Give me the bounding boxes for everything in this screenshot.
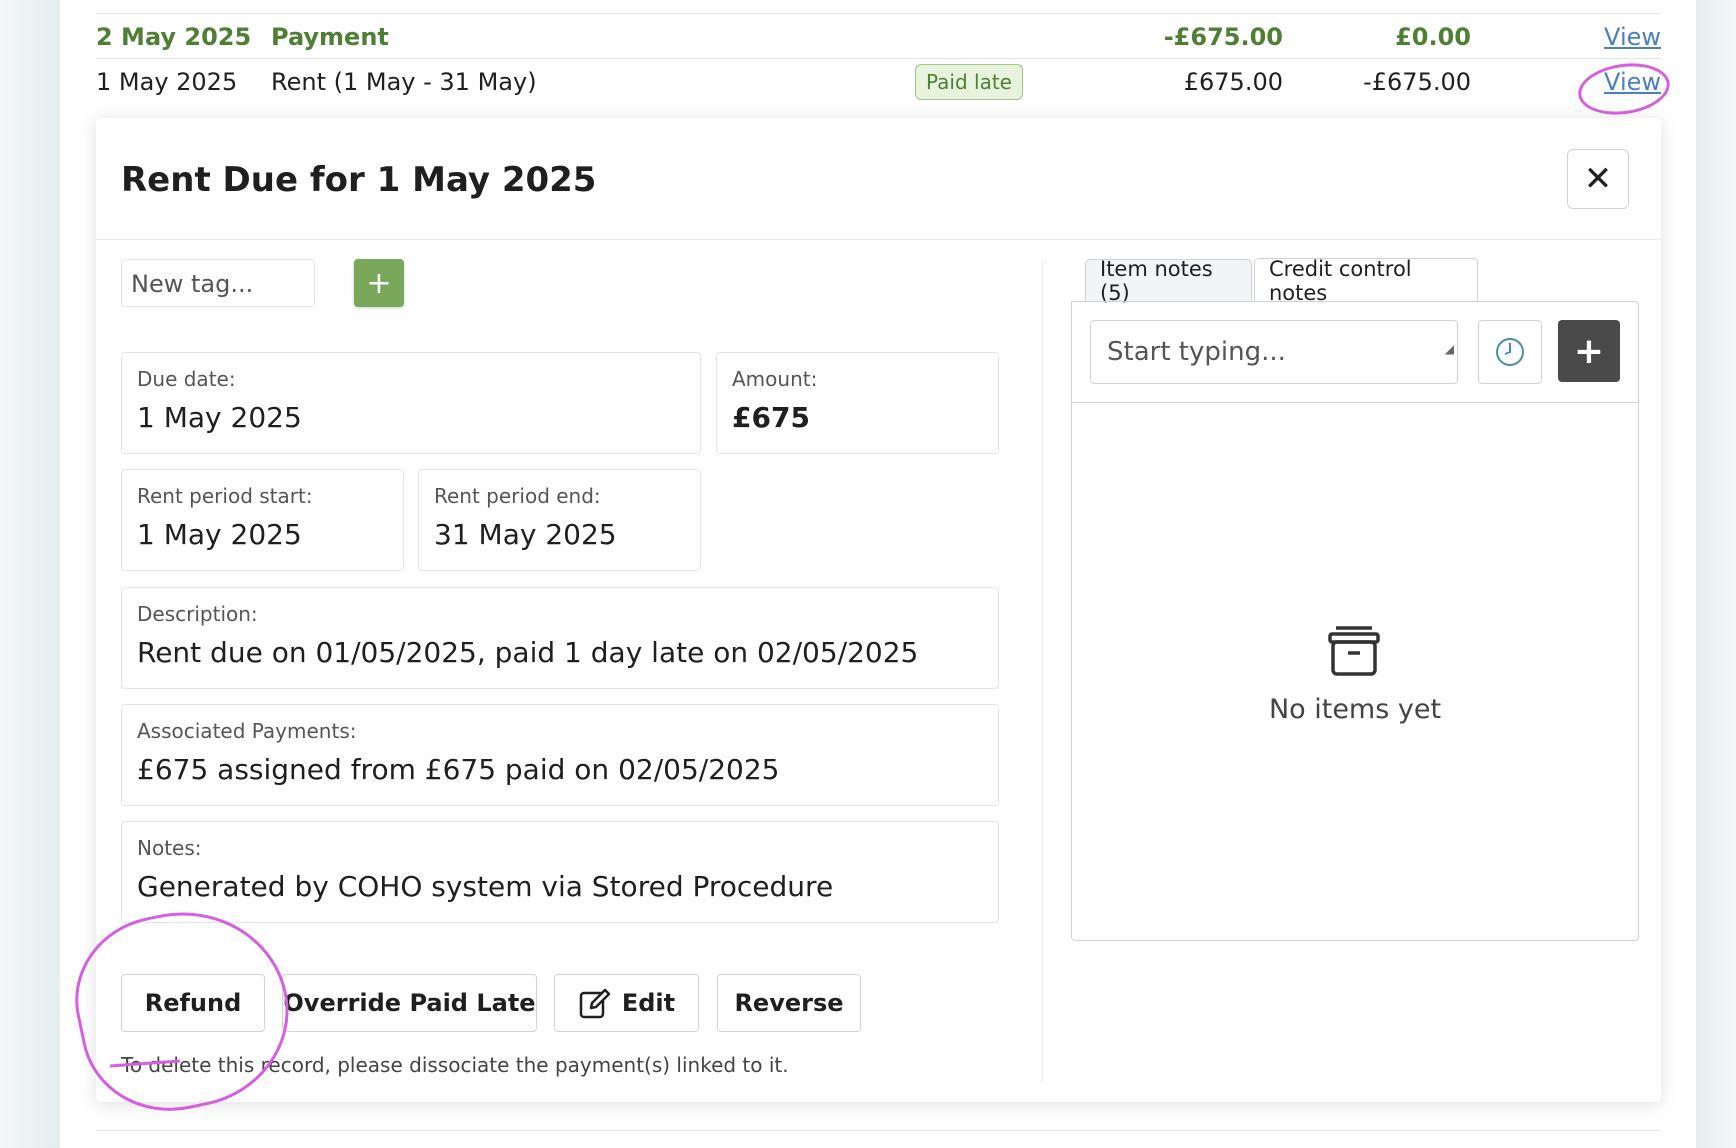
archive-box-icon <box>1328 626 1380 676</box>
note-input-placeholder: Start typing... <box>1107 337 1286 367</box>
page-background-right <box>1696 0 1736 1148</box>
new-tag-input[interactable]: New tag... <box>121 259 315 307</box>
paid-late-badge: Paid late <box>915 64 1023 100</box>
field-label: Rent period start: <box>137 484 313 508</box>
tab-item-notes[interactable]: Item notes (5) <box>1085 257 1252 305</box>
reminder-button[interactable] <box>1478 320 1542 384</box>
row-date: 1 May 2025 <box>96 68 238 96</box>
field-value: Rent due on 01/05/2025, paid 1 day late … <box>137 636 919 669</box>
row-description: Rent (1 May - 31 May) <box>271 68 537 96</box>
edit-icon <box>579 988 611 1019</box>
reverse-button[interactable]: Reverse <box>717 974 861 1032</box>
note-input[interactable]: Start typing... ◢ <box>1090 320 1458 384</box>
row-balance: -£675.00 <box>1363 68 1471 96</box>
field-label: Notes: <box>137 836 202 860</box>
field-value: 1 May 2025 <box>137 401 302 434</box>
plus-icon: + <box>366 265 392 301</box>
row-amount: £675.00 <box>1183 68 1283 96</box>
field-value: Generated by COHO system via Stored Proc… <box>137 870 834 903</box>
modal-title: Rent Due for 1 May 2025 <box>121 160 597 200</box>
amount-field: Amount: £675 <box>716 352 999 454</box>
field-label: Description: <box>137 602 258 626</box>
row-balance: £0.00 <box>1395 23 1471 51</box>
rent-period-start-field: Rent period start: 1 May 2025 <box>121 469 404 571</box>
edit-button[interactable]: Edit <box>554 974 699 1032</box>
row-description: Payment <box>271 23 389 51</box>
rent-detail-modal: Rent Due for 1 May 2025 ✕ New tag... + D… <box>96 118 1661 1102</box>
due-date-field: Due date: 1 May 2025 <box>121 352 701 454</box>
field-value: 31 May 2025 <box>434 518 617 551</box>
override-paid-late-button[interactable]: Override Paid Late <box>282 974 537 1032</box>
clock-icon <box>1496 338 1524 366</box>
plus-icon: + <box>1573 330 1605 372</box>
close-button[interactable]: ✕ <box>1567 149 1629 209</box>
notes-divider <box>1072 402 1638 403</box>
view-link[interactable]: View <box>1604 23 1661 51</box>
page-background-left <box>0 0 60 1148</box>
associated-payments-field: Associated Payments: £675 assigned from … <box>121 704 999 806</box>
field-value: 1 May 2025 <box>137 518 302 551</box>
row-divider <box>96 1130 1661 1131</box>
field-label: Due date: <box>137 367 236 391</box>
close-icon: ✕ <box>1583 159 1613 199</box>
ledger-row-payment: 2 May 2025 Payment -£675.00 £0.00 View <box>96 14 1661 58</box>
field-label: Associated Payments: <box>137 719 357 743</box>
add-note-button[interactable]: + <box>1558 320 1620 382</box>
button-label: Reverse <box>734 989 844 1017</box>
notes-panel: Start typing... ◢ + No items yet <box>1071 301 1639 941</box>
description-field: Description: Rent due on 01/05/2025, pai… <box>121 587 999 689</box>
button-label: Edit <box>621 989 676 1017</box>
field-value: £675 <box>732 401 810 434</box>
add-tag-button[interactable]: + <box>354 259 404 307</box>
ledger-row-rent: 1 May 2025 Rent (1 May - 31 May) £675.00… <box>96 59 1661 103</box>
field-label: Rent period end: <box>434 484 601 508</box>
notes-field: Notes: Generated by COHO system via Stor… <box>121 821 999 923</box>
modal-header-divider <box>96 239 1661 240</box>
rent-period-end-field: Rent period end: 31 May 2025 <box>418 469 701 571</box>
resize-handle-icon[interactable]: ◢ <box>1445 318 1454 380</box>
empty-state-text: No items yet <box>1268 694 1442 725</box>
column-divider <box>1042 260 1043 1082</box>
tab-credit-control-notes[interactable]: Credit control notes <box>1254 257 1478 305</box>
field-value: £675 assigned from £675 paid on 02/05/20… <box>137 753 780 786</box>
row-date: 2 May 2025 <box>96 23 252 51</box>
row-amount: -£675.00 <box>1163 23 1283 51</box>
field-label: Amount: <box>732 367 818 391</box>
button-label: Override Paid Late <box>283 989 536 1017</box>
